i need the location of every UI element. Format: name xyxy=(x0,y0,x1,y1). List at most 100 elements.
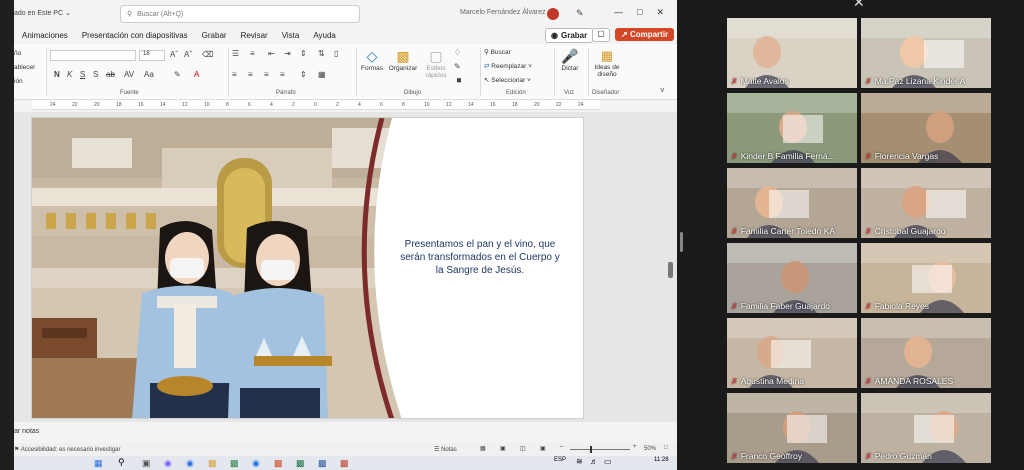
wifi-icon[interactable]: ≋ xyxy=(576,457,583,466)
tab-revisar[interactable]: Revisar xyxy=(241,31,268,40)
accessibility-status[interactable]: ⚑ Accesibilidad: es necesario investigar xyxy=(14,446,120,453)
excel-icon[interactable]: ▩ xyxy=(296,458,305,469)
shape-fill-icon[interactable]: ♢ xyxy=(454,48,461,57)
shape-outline-icon[interactable]: ✎ xyxy=(454,62,461,71)
maximize-icon[interactable]: □ xyxy=(637,7,642,18)
tab-grabar[interactable]: Grabar xyxy=(202,31,227,40)
word-icon[interactable]: ▩ xyxy=(318,458,327,469)
tab-ayuda[interactable]: Ayuda xyxy=(313,31,336,40)
justify-icon[interactable]: ≡ xyxy=(280,70,285,79)
avatar[interactable] xyxy=(547,8,559,20)
font-color-icon[interactable]: A xyxy=(194,70,199,79)
grow-font-icon[interactable]: Aˆ xyxy=(170,50,178,59)
zoom-level[interactable]: 50% xyxy=(644,446,656,452)
tab-animaciones[interactable]: Animaciones xyxy=(22,31,68,40)
slide-text[interactable]: Presentamos el pan y el vino, que serán … xyxy=(400,238,560,277)
spacing-icon[interactable]: AV xyxy=(124,70,134,79)
participant-tile[interactable]: ✗ Franco Geoffroy xyxy=(727,393,857,463)
replace-button[interactable]: ⇄ Reemplazar ˅ xyxy=(484,62,532,70)
normal-view-icon[interactable]: ▦ xyxy=(480,445,486,452)
notes-pane[interactable]: ar notas xyxy=(14,424,677,440)
folder-icon[interactable]: ▩ xyxy=(208,458,217,469)
language-indicator[interactable]: ESP xyxy=(554,457,566,463)
columns-icon[interactable]: ▯ xyxy=(334,49,338,58)
align-left-icon[interactable]: ≡ xyxy=(232,70,237,79)
zoom-app-icon[interactable]: ◉ xyxy=(252,458,260,469)
italic-icon[interactable]: K xyxy=(67,70,72,79)
user-name[interactable]: Marcelo Fernández Álvarez xyxy=(460,9,546,16)
participant-tile[interactable]: ✗ Ma.Paz Lizana Kinder A xyxy=(861,18,991,88)
line-spacing-icon[interactable]: ⇕ xyxy=(300,49,307,58)
slideshow-icon[interactable]: ▣ xyxy=(540,445,546,452)
participant-tile[interactable]: ✗ Florencia Vargas xyxy=(861,93,991,163)
collapse-ribbon-icon[interactable]: ˅ xyxy=(660,86,665,95)
participant-tile[interactable]: ✗ Cristobal Guajardo xyxy=(861,168,991,238)
scrollbar-thumb[interactable] xyxy=(668,262,673,278)
align-center-icon[interactable]: ≡ xyxy=(248,70,253,79)
slide-sorter-icon[interactable]: ▣ xyxy=(500,445,506,452)
zoom-slider[interactable] xyxy=(570,446,630,453)
participant-tile[interactable]: ✗ Kinder B Familia Ferná... xyxy=(727,93,857,163)
align-right-icon[interactable]: ≡ xyxy=(264,70,269,79)
ribbon-fragment-3[interactable]: ión xyxy=(14,78,23,85)
comments-button[interactable]: ▢ xyxy=(592,28,610,42)
text-direction-icon[interactable]: ⇅ xyxy=(318,49,325,58)
dictate-button[interactable]: 🎤 Dictar xyxy=(558,48,582,72)
zoom-out-icon[interactable]: – xyxy=(560,444,563,450)
smartart-icon[interactable]: ▦ xyxy=(318,70,326,79)
reading-view-icon[interactable]: ◫ xyxy=(520,445,526,452)
find-button[interactable]: ⚲ Buscar xyxy=(484,48,511,56)
bullets-icon[interactable]: ☰ xyxy=(232,49,239,58)
case-icon[interactable]: Aa xyxy=(144,70,154,79)
select-button[interactable]: ↖ Seleccionar ˅ xyxy=(484,76,531,84)
clock[interactable]: 11:28 xyxy=(654,457,669,463)
numbering-icon[interactable]: ≡ xyxy=(250,49,255,58)
close-icon[interactable]: ✕ xyxy=(853,0,865,11)
browser-icon[interactable]: ◉ xyxy=(186,458,194,469)
ribbon-fragment-2[interactable]: ablecer xyxy=(14,64,35,71)
app-icon-2[interactable]: ▩ xyxy=(340,458,349,469)
resize-handle[interactable] xyxy=(680,232,683,252)
ribbon-fragment-1[interactable]: ño xyxy=(14,50,21,57)
document-title[interactable]: ado en Este PC ⌄ xyxy=(14,9,71,17)
decrease-indent-icon[interactable]: ⇤ xyxy=(268,49,275,58)
participant-tile[interactable]: ✗ Pedro Guzmán xyxy=(861,393,991,463)
increase-indent-icon[interactable]: ⇥ xyxy=(284,49,291,58)
notes-button[interactable]: ☰ Notas xyxy=(434,446,457,453)
font-size-select[interactable]: 18 xyxy=(139,50,165,61)
align-text-icon[interactable]: ⇕ xyxy=(300,70,307,79)
pen-icon[interactable]: ✎ xyxy=(576,8,584,19)
minimize-icon[interactable]: — xyxy=(614,7,623,18)
quick-styles-button[interactable]: ▢ Estilos rápidos xyxy=(422,48,450,79)
search-box[interactable]: ⚲ Buscar (Alt+Q) xyxy=(120,5,360,23)
shadow-icon[interactable]: S xyxy=(93,70,98,79)
bold-icon[interactable]: N xyxy=(54,70,60,79)
task-view-icon[interactable]: ▣ xyxy=(142,458,151,469)
search-icon[interactable]: ⚲ xyxy=(118,457,125,468)
slide[interactable]: Presentamos el pan y el vino, que serán … xyxy=(31,117,584,419)
vertical-scrollbar[interactable] xyxy=(667,112,675,422)
zoom-slider-thumb[interactable] xyxy=(590,446,592,453)
share-button[interactable]: ↗ Compartir xyxy=(615,28,675,41)
shapes-button[interactable]: ◇ Formas xyxy=(360,48,384,72)
powerpoint-icon[interactable]: ▩ xyxy=(274,458,283,469)
battery-icon[interactable]: ▭ xyxy=(604,457,612,466)
participant-tile[interactable]: ✗ Fabiola Reyes xyxy=(861,243,991,313)
start-icon[interactable]: ▦ xyxy=(94,458,103,469)
design-ideas-button[interactable]: ▦ Ideas de diseño xyxy=(592,48,622,78)
participant-tile[interactable]: ✗ Familia Carter Toledo KA xyxy=(727,168,857,238)
app-icon[interactable]: ▩ xyxy=(230,458,239,469)
shape-effects-icon[interactable]: ◾ xyxy=(454,76,464,85)
participant-tile[interactable]: ✗ Familia Faber Guajardo xyxy=(727,243,857,313)
participant-tile[interactable]: ✗ Maite Avalos xyxy=(727,18,857,88)
clear-format-icon[interactable]: ⌫ xyxy=(202,50,213,59)
strikethrough-icon[interactable]: ab xyxy=(106,70,115,79)
close-icon[interactable]: ✕ xyxy=(656,7,664,18)
zoom-in-icon[interactable]: + xyxy=(633,444,637,450)
participant-tile[interactable]: ✗ AMANDA ROSALES xyxy=(861,318,991,388)
shrink-font-icon[interactable]: Aˇ xyxy=(184,50,192,59)
participant-tile[interactable]: ✗ Agustina Medina xyxy=(727,318,857,388)
fit-slide-icon[interactable]: □ xyxy=(664,445,668,451)
record-button[interactable]: ◉ Grabar xyxy=(545,28,594,43)
volume-icon[interactable]: ♬ xyxy=(590,457,598,466)
